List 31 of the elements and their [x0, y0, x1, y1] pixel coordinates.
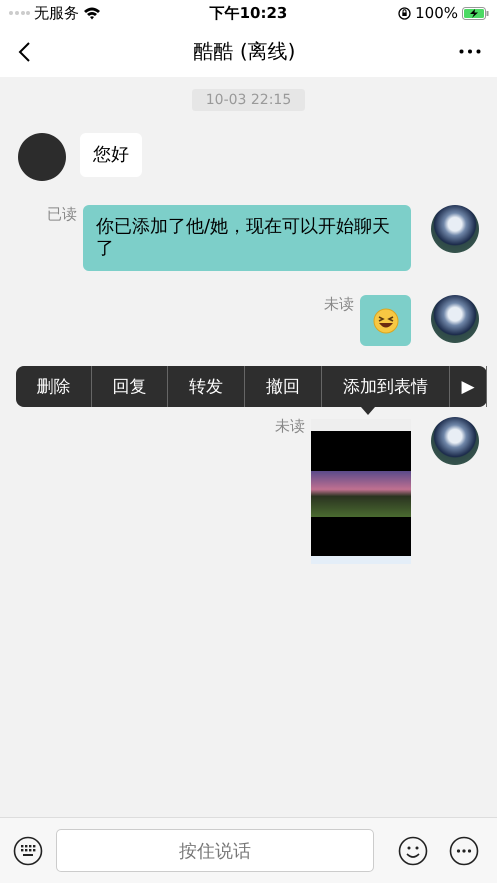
- read-receipt: 已读: [47, 205, 77, 224]
- avatar[interactable]: [431, 295, 479, 343]
- message-bubble[interactable]: 你已添加了他/她，现在可以开始聊天了: [83, 205, 411, 271]
- more-icon[interactable]: [459, 49, 481, 54]
- message-bubble[interactable]: [360, 295, 411, 346]
- signal-icon: [8, 10, 30, 16]
- hold-to-talk-button[interactable]: 按住说话: [56, 829, 374, 872]
- avatar[interactable]: [18, 133, 66, 181]
- menu-item[interactable]: 删除: [16, 366, 92, 407]
- screenshot-image[interactable]: [311, 419, 411, 564]
- carrier: 无服务: [34, 4, 79, 22]
- chat-title: 酷酷 (离线): [192, 38, 296, 65]
- wifi-icon: [83, 6, 101, 20]
- battery-charging-icon: [462, 6, 489, 20]
- read-receipt: 未读: [275, 417, 305, 436]
- back-icon[interactable]: [18, 42, 30, 62]
- clock: 下午10:23: [210, 4, 288, 22]
- avatar[interactable]: [431, 417, 479, 465]
- menu-item[interactable]: 撤回: [245, 366, 322, 407]
- smiley-icon[interactable]: [398, 836, 428, 866]
- menu-item[interactable]: 回复: [92, 366, 168, 407]
- message-bubble[interactable]: 您好: [80, 133, 142, 177]
- read-receipt: 未读: [324, 295, 354, 314]
- rotation-lock-icon: [398, 6, 412, 20]
- more-options-icon[interactable]: [449, 836, 479, 866]
- avatar[interactable]: [431, 205, 479, 253]
- battery-percent: 100%: [415, 4, 458, 22]
- keyboard-icon[interactable]: [13, 836, 43, 866]
- menu-item[interactable]: 转发: [168, 366, 245, 407]
- laughing-face-icon: [372, 308, 398, 334]
- timestamp: 10-03 22:15: [192, 89, 306, 111]
